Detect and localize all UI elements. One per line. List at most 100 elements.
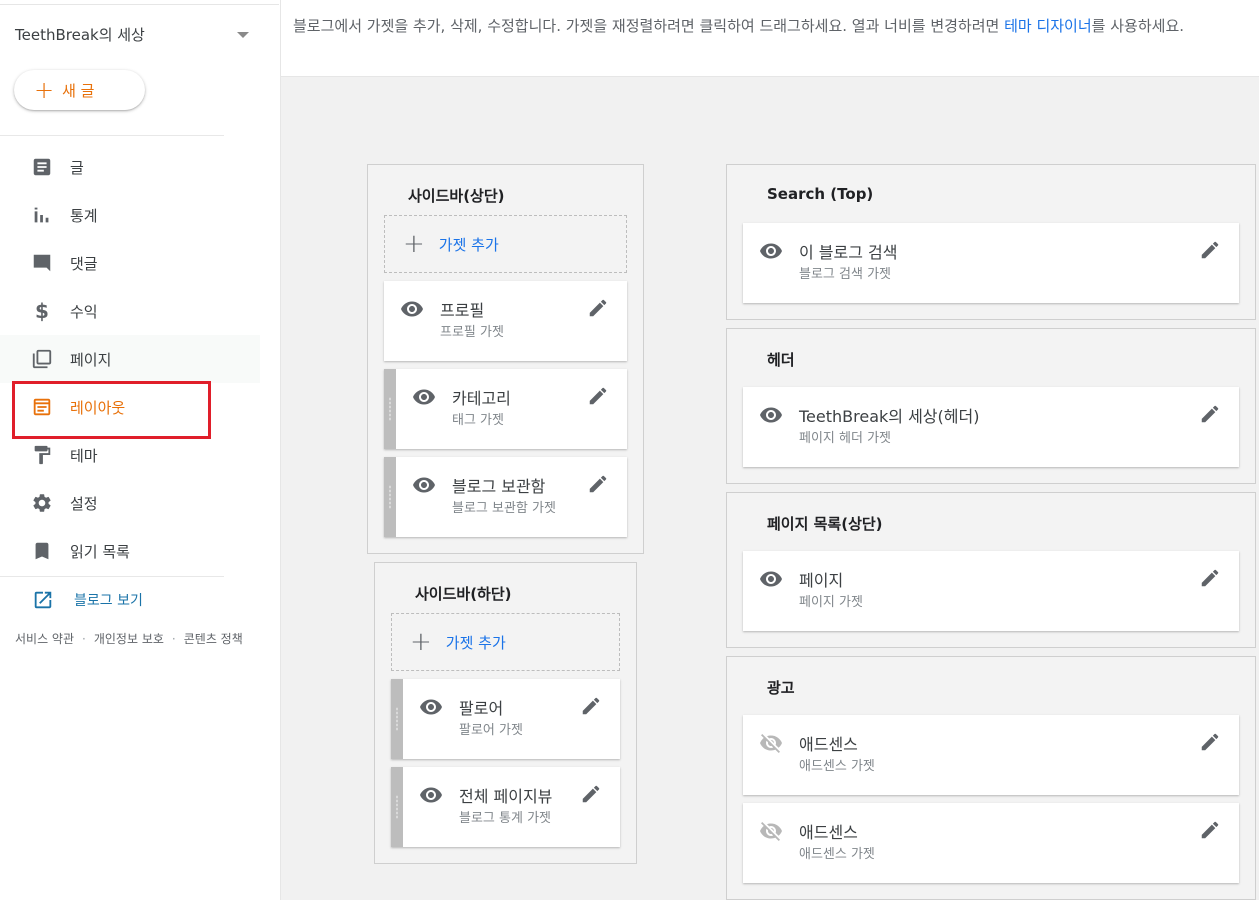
- sidebar-item-posts[interactable]: 글: [0, 143, 260, 191]
- pencil-icon[interactable]: [1199, 819, 1223, 843]
- gadget-name: 팔로어: [459, 699, 504, 718]
- sidebar-item-label: 읽기 목록: [70, 542, 130, 561]
- pencil-icon[interactable]: [1199, 403, 1223, 427]
- gadget-name: 전체 페이지뷰: [459, 787, 553, 806]
- gadget-card[interactable]: 이 블로그 검색 블로그 검색 가젯: [743, 223, 1239, 303]
- gadget-name: 이 블로그 검색: [799, 243, 898, 262]
- drag-handle[interactable]: [384, 457, 396, 537]
- gadget-card[interactable]: 전체 페이지뷰 블로그 통계 가젯: [391, 767, 620, 847]
- stats-icon: [30, 203, 54, 227]
- info-message: 블로그에서 가젯을 추가, 삭제, 수정합니다. 가젯을 재정렬하려면 클릭하여…: [293, 14, 1259, 39]
- gadget-card[interactable]: 카테고리 태그 가젯: [384, 369, 627, 449]
- gadget-type: 블로그 통계 가젯: [459, 811, 551, 826]
- pages-icon: [30, 347, 54, 371]
- gadget-card[interactable]: 팔로어 팔로어 가젯: [391, 679, 620, 759]
- gadget-name: 애드센스: [799, 735, 858, 754]
- section-title: 사이드바(상단): [408, 187, 505, 205]
- pencil-icon[interactable]: [587, 297, 611, 321]
- new-post-label: 새 글: [62, 81, 95, 100]
- gadget-type: 태그 가젯: [452, 413, 504, 428]
- gadget-type: 블로그 검색 가젯: [799, 267, 891, 282]
- gadget-type: 페이지 헤더 가젯: [799, 431, 891, 446]
- eye-icon[interactable]: [759, 403, 783, 427]
- sidebar-item-label: 글: [70, 158, 84, 177]
- plus-icon: +: [410, 627, 432, 657]
- gear-icon: [30, 491, 54, 515]
- gadget-name: 애드센스: [799, 823, 858, 842]
- gadget-type: 애드센스 가젯: [799, 847, 875, 862]
- drag-handle[interactable]: [384, 369, 396, 449]
- chevron-down-icon[interactable]: [237, 32, 249, 38]
- content-policy-link[interactable]: 콘텐츠 정책: [184, 630, 243, 647]
- section-sidebar-bottom: 사이드바(하단) + 가젯 추가 팔로어 팔로어 가젯 전체 페이지뷰 블로그 …: [374, 562, 637, 864]
- gadget-card[interactable]: 블로그 보관함 블로그 보관함 가젯: [384, 457, 627, 537]
- gadget-card[interactable]: TeethBreak의 세상(헤더) 페이지 헤더 가젯: [743, 387, 1239, 467]
- pencil-icon[interactable]: [1199, 239, 1223, 263]
- sidebar-item-pages[interactable]: 페이지: [0, 335, 260, 383]
- add-gadget-button[interactable]: + 가젯 추가: [384, 215, 627, 273]
- terms-link[interactable]: 서비스 약관: [15, 630, 74, 647]
- new-post-button[interactable]: + 새 글: [14, 70, 145, 110]
- pencil-icon[interactable]: [580, 783, 604, 807]
- pencil-icon[interactable]: [587, 473, 611, 497]
- pencil-icon[interactable]: [1199, 567, 1223, 591]
- sidebar-item-settings[interactable]: 설정: [0, 479, 260, 527]
- drag-handle[interactable]: [391, 679, 403, 759]
- sidebar-item-label: 통계: [70, 206, 98, 225]
- sidebar-item-label: 테마: [70, 446, 98, 465]
- sidebar-item-stats[interactable]: 통계: [0, 191, 260, 239]
- sidebar-item-label: 댓글: [70, 254, 98, 273]
- divider: [0, 135, 224, 136]
- eye-icon[interactable]: [759, 567, 783, 591]
- info-text: 를 사용하세요.: [1091, 17, 1185, 35]
- blog-switcher[interactable]: TeethBreak의 세상: [0, 10, 270, 58]
- pencil-icon[interactable]: [580, 695, 604, 719]
- eye-icon[interactable]: [412, 473, 436, 497]
- posts-icon: [30, 155, 54, 179]
- info-bar: 블로그에서 가젯을 추가, 삭제, 수정합니다. 가젯을 재정렬하려면 클릭하여…: [281, 0, 1259, 77]
- section-title: 헤더: [767, 351, 795, 369]
- eye-icon[interactable]: [419, 695, 443, 719]
- gadget-type: 팔로어 가젯: [459, 723, 523, 738]
- add-gadget-button[interactable]: + 가젯 추가: [391, 613, 620, 671]
- separator: ·: [82, 631, 86, 646]
- section-title: Search (Top): [767, 185, 874, 203]
- gadget-card[interactable]: 애드센스 애드센스 가젯: [743, 715, 1239, 795]
- eye-off-icon[interactable]: [759, 731, 783, 755]
- sidebar-item-earnings[interactable]: $ 수익: [0, 287, 260, 335]
- paint-roller-icon: [30, 443, 54, 467]
- pencil-icon[interactable]: [587, 385, 611, 409]
- info-text: 블로그에서 가젯을 추가, 삭제, 수정합니다. 가젯을 재정렬하려면 클릭하여…: [293, 17, 1005, 35]
- sidebar-item-layout[interactable]: 레이아웃: [0, 383, 260, 431]
- theme-designer-link[interactable]: 테마 디자이너: [1004, 17, 1092, 35]
- eye-icon[interactable]: [759, 239, 783, 263]
- pencil-icon[interactable]: [1199, 731, 1223, 755]
- sidebar-nav: 글 통계 댓글 $ 수익 페이지 레이아웃 테마 설정 읽기 목록: [0, 143, 260, 575]
- section-title: 광고: [767, 679, 795, 697]
- gadget-name: 페이지: [799, 571, 844, 590]
- open-in-new-icon: [32, 589, 54, 611]
- eye-icon[interactable]: [419, 783, 443, 807]
- sidebar-item-comments[interactable]: 댓글: [0, 239, 260, 287]
- section-header: 헤더 TeethBreak의 세상(헤더) 페이지 헤더 가젯: [726, 328, 1256, 484]
- view-blog-link[interactable]: 블로그 보기: [0, 576, 260, 624]
- sidebar-item-label: 페이지: [70, 350, 112, 369]
- add-gadget-label: 가젯 추가: [445, 633, 506, 652]
- section-ads: 광고 애드센스 애드센스 가젯 애드센스 애드센스 가젯: [726, 656, 1256, 900]
- plus-icon: +: [34, 76, 55, 104]
- eye-icon[interactable]: [400, 297, 424, 321]
- gadget-name: 블로그 보관함: [452, 477, 546, 496]
- privacy-link[interactable]: 개인정보 보호: [94, 630, 164, 647]
- section-sidebar-top: 사이드바(상단) + 가젯 추가 프로필 프로필 가젯 카테고리 태그 가젯 블…: [367, 164, 644, 554]
- eye-icon[interactable]: [412, 385, 436, 409]
- bookmark-icon: [30, 539, 54, 563]
- eye-off-icon[interactable]: [759, 819, 783, 843]
- gadget-card[interactable]: 애드센스 애드센스 가젯: [743, 803, 1239, 883]
- drag-handle[interactable]: [391, 767, 403, 847]
- sidebar-item-label: 수익: [70, 302, 98, 321]
- sidebar-item-theme[interactable]: 테마: [0, 431, 260, 479]
- view-blog-label: 블로그 보기: [74, 593, 143, 609]
- sidebar-item-reading-list[interactable]: 읽기 목록: [0, 527, 260, 575]
- gadget-card[interactable]: 프로필 프로필 가젯: [384, 281, 627, 361]
- gadget-card[interactable]: 페이지 페이지 가젯: [743, 551, 1239, 631]
